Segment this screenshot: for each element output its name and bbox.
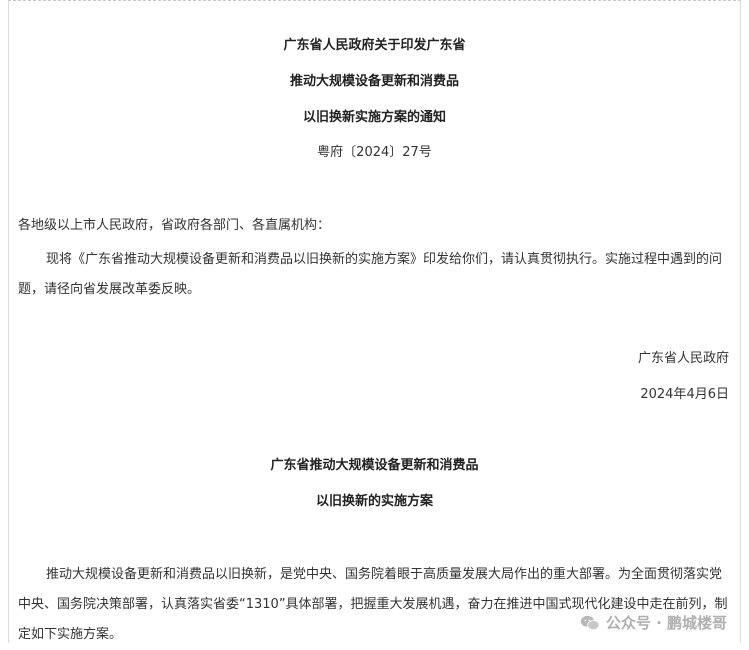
document-frame <box>8 0 741 643</box>
notice-title-line-3: 以旧换新实施方案的通知 <box>302 110 446 125</box>
watermark-text: 公众号 · 鹏城楼哥 <box>605 614 727 632</box>
recipients-line: 各地级以上市人民政府，省政府各部门、各直属机构： <box>18 218 331 233</box>
wechat-watermark: 公众号 · 鹏城楼哥 <box>580 612 727 633</box>
notice-title-line-2: 推动大规模设备更新和消费品 <box>289 74 459 89</box>
plan-title-line-2: 以旧换新的实施方案 <box>315 494 433 509</box>
issuer-name: 广东省人民政府 <box>637 351 729 366</box>
notice-body-paragraph: 现将《广东省推动大规模设备更新和消费品以旧换新的实施方案》印发给你们，请认真贯彻… <box>18 252 723 297</box>
plan-title-line-1: 广东省推动大规模设备更新和消费品 <box>270 458 479 473</box>
plan-intro-paragraph: 推动大规模设备更新和消费品以旧换新，是党中央、国务院着眼于高质量发展大局作出的重… <box>18 567 728 642</box>
issue-date: 2024年4月6日 <box>640 387 729 402</box>
document-number: 粤府〔2024〕27号 <box>317 145 432 160</box>
wechat-icon <box>580 615 600 630</box>
notice-title-line-1: 广东省人民政府关于印发广东省 <box>283 38 466 53</box>
